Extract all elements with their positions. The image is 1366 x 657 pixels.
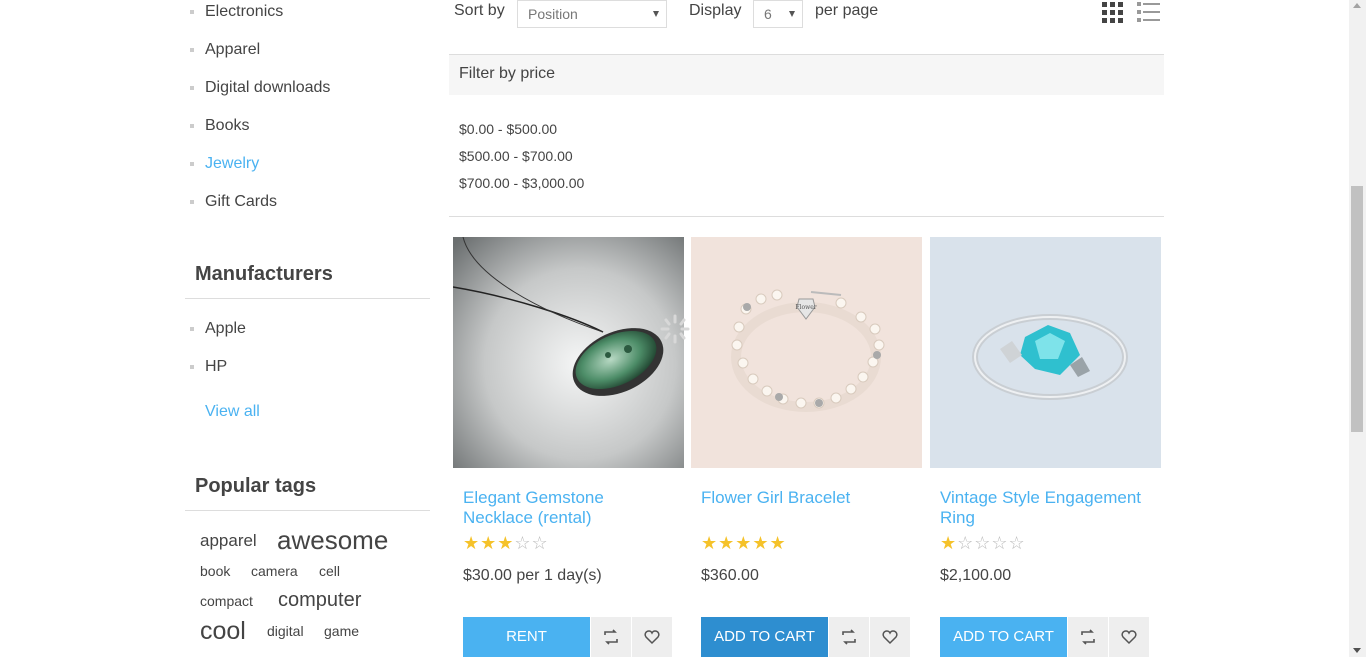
wishlist-button[interactable] — [632, 617, 672, 657]
tag-book[interactable]: book — [200, 563, 230, 579]
popular-tags-title: Popular tags — [195, 475, 317, 497]
loading-spinner-icon — [660, 314, 690, 344]
category-gift-cards[interactable]: Gift Cards — [189, 190, 330, 228]
price-filter-header: Filter by price — [449, 55, 1164, 95]
rent-button[interactable]: RENT — [463, 617, 590, 657]
tag-camera[interactable]: camera — [251, 563, 298, 579]
vertical-scrollbar[interactable] — [1349, 0, 1366, 657]
product-price: $360.00 — [701, 567, 759, 584]
compare-button[interactable] — [829, 617, 869, 657]
product-image[interactable]: Flower — [691, 237, 922, 468]
price-range-option[interactable]: $500.00 - $700.00 — [459, 146, 584, 173]
grid-view-icon[interactable] — [1102, 2, 1123, 23]
compare-button[interactable] — [1068, 617, 1108, 657]
rating-stars: ★★★☆☆ — [463, 533, 549, 553]
price-range-option[interactable]: $700.00 - $3,000.00 — [459, 173, 584, 200]
tag-awesome[interactable]: awesome — [277, 525, 388, 556]
add-to-cart-button[interactable]: ADD TO CART — [940, 617, 1067, 657]
tag-cell[interactable]: cell — [319, 563, 340, 579]
tag-apparel[interactable]: apparel — [200, 531, 257, 551]
category-electronics[interactable]: Electronics — [189, 0, 330, 38]
product-card: Flower Flower Girl Bracelet ★★★★★ $360.0… — [691, 237, 922, 657]
tag-cool[interactable]: cool — [200, 617, 246, 646]
manufacturer-hp[interactable]: HP — [189, 355, 246, 393]
tag-game[interactable]: game — [324, 623, 359, 639]
compare-icon — [604, 629, 618, 645]
compare-icon — [1081, 629, 1095, 645]
category-list: Electronics Apparel Digital downloads Bo… — [189, 0, 330, 228]
per-page-label: per page — [815, 2, 879, 19]
divider — [449, 216, 1164, 217]
tag-digital[interactable]: digital — [267, 623, 304, 639]
manufacturers-title: Manufacturers — [195, 263, 333, 285]
heart-icon — [882, 630, 898, 645]
price-filter-title: Filter by price — [459, 65, 556, 82]
sort-select[interactable]: Position — [517, 0, 667, 28]
charm-engraving: Flower — [795, 304, 816, 311]
view-all-link[interactable]: View all — [205, 403, 260, 421]
product-card: Vintage Style Engagement Ring ★☆☆☆☆ $2,1… — [930, 237, 1161, 657]
heart-icon — [644, 630, 660, 645]
price-range-option[interactable]: $0.00 - $500.00 — [459, 119, 584, 146]
chevron-down-icon — [789, 11, 795, 17]
product-title[interactable]: Vintage Style Engagement Ring — [940, 488, 1150, 528]
rating-stars: ★★★★★ — [701, 533, 787, 553]
list-view-icon[interactable] — [1137, 2, 1160, 23]
product-card: Elegant Gemstone Necklace (rental) ★★★☆☆… — [453, 237, 684, 657]
product-price: $2,100.00 — [940, 567, 1012, 584]
heart-icon — [1121, 630, 1137, 645]
product-image[interactable] — [930, 237, 1161, 468]
chevron-down-icon — [653, 11, 659, 17]
compare-button[interactable] — [591, 617, 631, 657]
manufacturer-list: Apple HP — [189, 317, 246, 393]
category-books[interactable]: Books — [189, 114, 330, 152]
scroll-up-icon[interactable] — [1353, 3, 1361, 8]
scrollbar-thumb[interactable] — [1351, 186, 1363, 432]
price-range-list: $0.00 - $500.00 $500.00 - $700.00 $700.0… — [459, 119, 584, 200]
product-price: $30.00 per 1 day(s) — [463, 567, 602, 584]
page-size-select[interactable]: 6 — [753, 0, 803, 28]
product-image[interactable] — [453, 237, 684, 468]
wishlist-button[interactable] — [1109, 617, 1149, 657]
manufacturer-apple[interactable]: Apple — [189, 317, 246, 355]
wishlist-button[interactable] — [870, 617, 910, 657]
tag-computer[interactable]: computer — [278, 589, 361, 612]
product-title[interactable]: Flower Girl Bracelet — [701, 488, 911, 508]
category-apparel[interactable]: Apparel — [189, 38, 330, 76]
display-label: Display — [689, 2, 742, 19]
sort-label: Sort by — [454, 2, 505, 19]
compare-icon — [842, 629, 856, 645]
divider — [185, 510, 430, 511]
category-digital-downloads[interactable]: Digital downloads — [189, 76, 330, 114]
tag-compact[interactable]: compact — [200, 593, 253, 609]
divider — [185, 298, 430, 299]
rating-stars: ★☆☆☆☆ — [940, 533, 1026, 553]
product-title[interactable]: Elegant Gemstone Necklace (rental) — [463, 488, 673, 528]
category-jewelry[interactable]: Jewelry — [189, 152, 330, 190]
scroll-down-icon[interactable] — [1353, 648, 1361, 653]
add-to-cart-button[interactable]: ADD TO CART — [701, 617, 828, 657]
